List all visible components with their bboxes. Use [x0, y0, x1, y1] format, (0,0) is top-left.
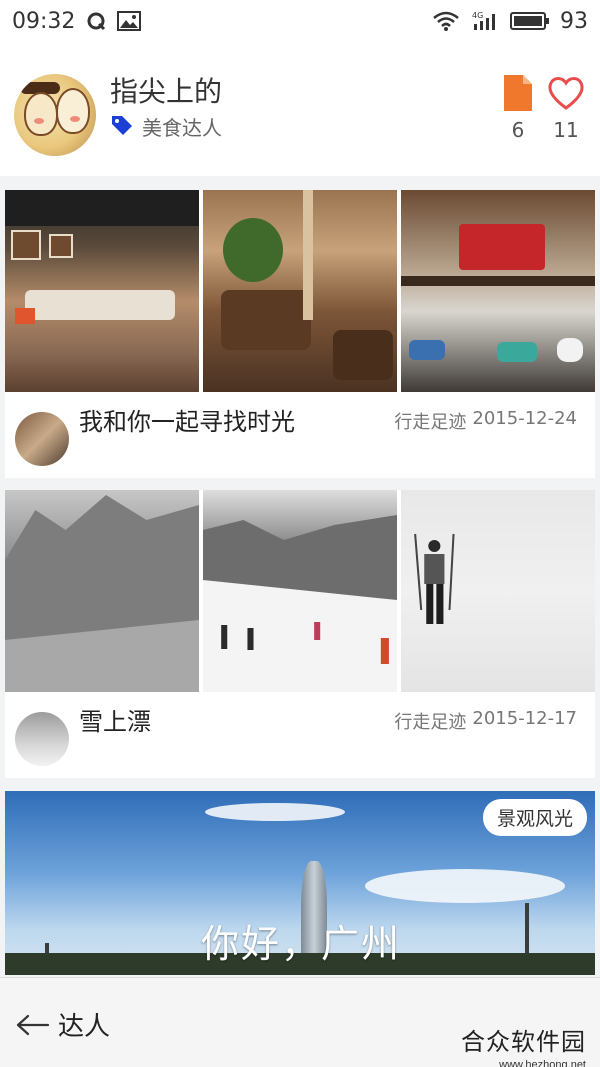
photo-snow-mountain[interactable] — [5, 490, 199, 692]
photo-skier[interactable] — [401, 490, 595, 692]
likes-stat[interactable]: 11 — [541, 74, 591, 142]
photo-cafe-lounge[interactable] — [203, 190, 397, 392]
journey-card[interactable]: 雪上漂 行走足迹 2015-12-17 — [5, 490, 595, 778]
photo-cafe-shelf[interactable] — [401, 190, 595, 392]
battery-level: 93 — [560, 8, 588, 34]
bottom-bar: 达人 合众软件园 www.hezhong.net — [0, 977, 600, 1067]
heart-icon — [548, 77, 584, 110]
author-avatar[interactable] — [15, 412, 69, 466]
back-label: 达人 — [58, 1012, 111, 1042]
journey-card[interactable]: 我和你一起寻找时光 行走足迹 2015-12-24 — [5, 190, 595, 478]
signal-icon: 4G — [470, 10, 500, 32]
profile-name: 指尖上的 — [110, 75, 223, 108]
scenic-caption: 你好，广州 — [201, 922, 402, 966]
back-button[interactable]: 达人 — [16, 1006, 110, 1043]
card-meta: 行走足迹 2015-12-24 — [394, 408, 577, 434]
posts-stat[interactable]: 6 — [493, 74, 543, 142]
clock: 09:32 — [12, 8, 76, 34]
avatar[interactable] — [14, 74, 96, 156]
likes-count: 11 — [553, 118, 579, 142]
sync-icon — [85, 10, 107, 32]
card-title: 我和你一起寻找时光 — [79, 408, 295, 436]
document-icon — [504, 75, 532, 111]
card-date: 2015-12-24 — [472, 408, 577, 429]
posts-count: 6 — [511, 118, 525, 142]
card-meta: 行走足迹 2015-12-17 — [394, 708, 577, 734]
card-date: 2015-12-17 — [472, 708, 577, 729]
category-badge[interactable]: 景观风光 — [482, 799, 587, 836]
profile-header: 指尖上的 美食达人 6 11 — [0, 42, 600, 176]
watermark-url: www.hezhong.net — [499, 1059, 586, 1067]
network-type: 4G — [472, 11, 483, 20]
wifi-icon — [432, 10, 460, 32]
scenic-card[interactable]: 景观风光 你好，广州 — [5, 791, 595, 975]
card-title: 雪上漂 — [79, 708, 151, 736]
tag-icon — [110, 113, 134, 140]
watermark-title: 合众软件园 — [461, 1028, 586, 1056]
profile-tag-label: 美食达人 — [142, 116, 222, 140]
photo-cafe-interior[interactable] — [5, 190, 199, 392]
back-arrow-icon — [16, 1014, 50, 1035]
watermark: 合众软件园 www.hezhong.net — [461, 1022, 586, 1067]
photo-ski-slope[interactable] — [203, 490, 397, 692]
profile-tag: 美食达人 — [110, 112, 222, 141]
author-avatar[interactable] — [15, 712, 69, 766]
battery-icon — [510, 11, 550, 31]
gallery-icon — [117, 11, 142, 31]
status-bar: 09:32 4G 93 — [0, 0, 600, 42]
card-category: 行走足迹 — [394, 712, 467, 733]
card-category: 行走足迹 — [394, 412, 467, 433]
